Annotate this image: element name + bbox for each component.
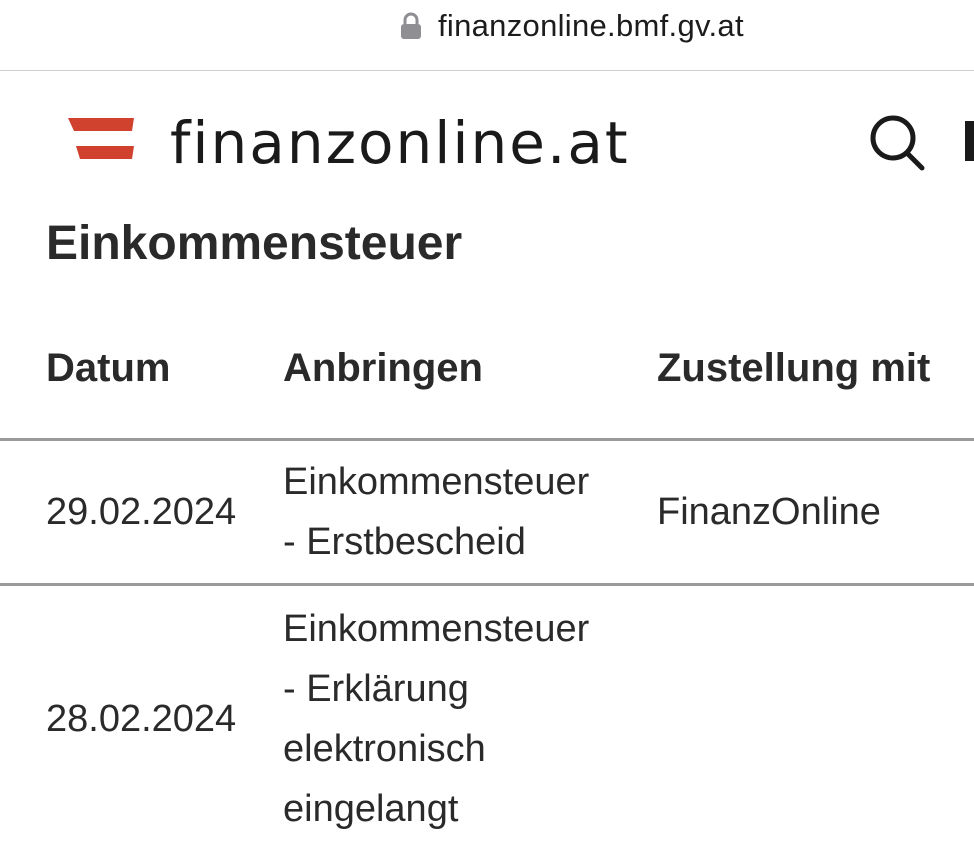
anbringen-line: Einkommensteuer [283, 608, 590, 650]
austria-flag-logo[interactable] [68, 118, 134, 160]
anbringen-line: Einkommensteuer [283, 461, 590, 503]
browser-url-bar[interactable]: finanzonline.bmf.gv.at [0, 0, 974, 71]
search-button[interactable] [866, 111, 928, 173]
anbringen-line: - Erstbescheid [283, 521, 526, 563]
column-header-zustellung: Zustellung mit [657, 340, 974, 441]
cell-anbringen: Einkommensteuer - Erstbescheid [283, 439, 657, 586]
column-header-datum: Datum [0, 340, 283, 441]
page-title: Einkommensteuer [46, 217, 463, 270]
table-row[interactable]: 29.02.2024 Einkommensteuer - Erstbeschei… [0, 439, 974, 586]
table-header-row: Datum Anbringen Zustellung mit [0, 340, 974, 441]
url-text[interactable]: finanzonline.bmf.gv.at [438, 8, 744, 44]
search-icon [870, 115, 925, 171]
anbringen-line: - Erklärung [283, 668, 469, 710]
cell-datum: 29.02.2024 [0, 439, 283, 586]
anbringen-line: elektronisch [283, 728, 486, 770]
einkommensteuer-table: Datum Anbringen Zustellung mit 29.02.202… [0, 340, 974, 852]
table-row[interactable]: 28.02.2024 Einkommensteuer - Erklärung e… [0, 585, 974, 853]
lock-icon [401, 12, 421, 39]
cell-zustellung [657, 585, 974, 853]
cell-zustellung: FinanzOnline [657, 439, 974, 586]
column-header-anbringen: Anbringen [283, 340, 657, 441]
cell-anbringen: Einkommensteuer - Erklärung elektronisch… [283, 585, 657, 853]
brand-name[interactable]: finanzonline.at [170, 109, 630, 177]
menu-icon[interactable] [965, 121, 974, 161]
anbringen-line: eingelangt [283, 788, 459, 830]
cell-datum: 28.02.2024 [46, 698, 237, 740]
site-header: finanzonline.at [0, 71, 974, 211]
